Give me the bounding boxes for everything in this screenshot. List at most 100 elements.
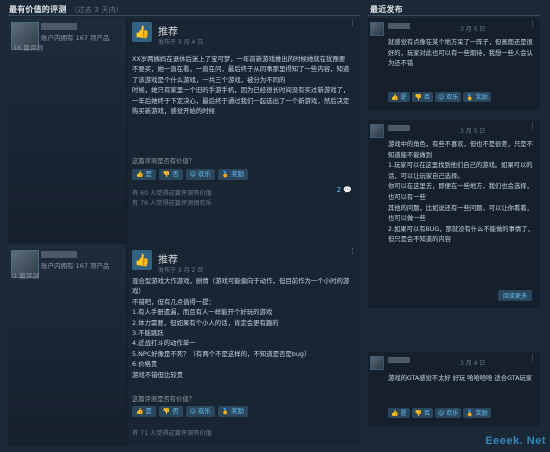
vote-yes-label: 是 [145,407,152,415]
review-line: 不错吧，但有几点值得一提： [132,297,216,306]
most-helpful-header: 最有价值的评测 （过去 3 天内） [9,4,123,15]
award-icon: 🏅 [221,408,230,415]
vote-buttons: 👍 是 👎 否 ☺ 欢乐 🏅 奖励 [388,408,491,418]
vote-no-label: 否 [172,170,179,178]
thumbs-down-icon: 👎 [162,171,171,178]
more-options-icon[interactable]: ⋮ [349,20,356,27]
reviewer-name[interactable] [388,357,410,363]
reviewer-name[interactable] [41,23,77,30]
thumbs-up-icon: 👍 [132,250,152,270]
avatar[interactable] [370,124,384,138]
award-label: 奖励 [231,170,245,178]
vote-yes-button[interactable]: 👍 是 [132,406,156,417]
reviewer-name[interactable] [41,251,77,258]
read-more-button[interactable]: 阅读更多 [497,290,532,301]
award-icon: 🏅 [466,409,474,417]
review-text-2: 时候，她只有家里一个旧的手游手机，因为已经很长时间没有买过新游戏了，一年后她终于… [132,86,350,116]
vote-yes-label: 是 [400,409,407,417]
vote-yes-button[interactable]: 👍 是 [388,92,410,102]
thumbs-up-icon: 👍 [391,409,399,417]
vote-funny-label: 欢乐 [446,409,459,417]
thumbs-up-icon: 👍 [391,93,399,101]
smiley-icon: ☺ [438,409,445,417]
review-line: 4.近战打斗的动作单一 [132,339,196,348]
review-date: 发布于 3 月 2 日 [158,267,204,274]
thumbs-up-icon: 👍 [132,22,152,42]
thumbs-down-icon: 👎 [414,93,422,101]
vote-funny-label: 欢乐 [198,170,211,178]
vote-funny-button[interactable]: ☺ 欢乐 [185,169,215,180]
review-line: 5.NPC好像是不死？（有两个不是这样的，不知道是否是bug） [132,349,311,358]
thumbs-down-icon: 👎 [414,409,422,417]
vote-no-button[interactable]: 👎 否 [158,406,183,417]
vote-no-button[interactable]: 👎 否 [411,408,433,418]
review-body: 游戏的GTA感觉不太好 好玩 哈哈哈哈 适合GTA玩家 [388,374,534,385]
vote-no-label: 否 [423,93,430,101]
review-count[interactable]: 1 篇评测 [13,270,39,280]
reviewer-name[interactable] [388,23,410,29]
review-text: 游戏的GTA感觉不太好 好玩 哈哈哈哈 适合GTA玩家 [388,375,532,382]
vote-funny-button[interactable]: ☺ 欢乐 [435,408,462,418]
more-options-icon[interactable]: ⋮ [349,248,356,255]
most-helpful-subtitle: （过去 3 天内） [70,6,124,14]
thumbs-down-icon: 👎 [162,408,171,415]
left-divider [8,15,360,16]
vote-buttons: 👍 是 👎 否 ☺ 欢乐 🏅 奖励 [132,406,249,417]
vote-no-button[interactable]: 👎 否 [411,92,433,102]
review-card-2: 账户内拥有 167 项产品 1 篇评测 👍 推荐 发布于 3 月 2 日 ⋮ 混… [8,246,360,446]
more-options-icon[interactable]: ⋮ [529,354,536,362]
products-owned[interactable]: 账户内拥有 167 项产品 [41,32,110,42]
review-body: XX岁两姨妈在退休后迷上了宝可梦，一年前新游戏推出的时候她就在犹豫要不要买，她一… [132,54,350,116]
award-button[interactable]: 🏅 奖励 [463,92,491,102]
recent-review-1: 3 月 5 日 ⋮ 就感觉有点像在某个地方呆了一阵子，但画面还是很好的，玩家对此… [368,18,540,110]
review-line: 混合型游戏大作游戏，剧情（游戏可能偏向于动作，但目前作为一个小时的游戏） [132,277,350,296]
review-count[interactable]: 16 篇评测 [13,42,43,52]
helpful-question: 这篇评测是否有价值？ [132,396,195,403]
review-line: 游戏中的角色，有些不喜欢，但也不是很差，只是不知道能不能做到 [388,141,533,159]
vote-funny-button[interactable]: ☺ 欢乐 [185,406,215,417]
award-button[interactable]: 🏅 奖励 [463,408,491,418]
reviewer-panel: 账户内拥有 167 项产品 1 篇评测 [8,246,126,446]
review-verdict[interactable]: 推荐 [158,251,178,266]
review-date: 发布于 3 月 4 日 [158,39,204,46]
more-options-icon[interactable]: ⋮ [529,122,536,130]
right-divider [368,15,540,16]
award-label: 奖励 [475,93,488,101]
thumbs-up-icon: 👍 [136,171,144,178]
review-line: 6.价格贵 [132,360,158,369]
vote-yes-button[interactable]: 👍 是 [132,169,156,180]
award-label: 奖励 [475,409,488,417]
award-icon: 🏅 [221,171,230,178]
review-date: 3 月 5 日 [460,26,486,33]
review-line: 3.不能跳跃 [132,329,164,338]
review-content: 👍 推荐 发布于 3 月 4 日 ⋮ XX岁两姨妈在退休后迷上了宝可梦，一年前新… [128,18,360,244]
award-label: 奖励 [231,407,245,415]
award-icon: 🏅 [466,93,474,101]
avatar[interactable] [370,356,384,370]
award-button[interactable]: 🏅 奖励 [217,406,249,417]
reviewer-name[interactable] [388,125,410,131]
review-text: 就感觉有点像在某个地方呆了一阵子，但画面还是很好的，玩家对此也可以有一些期待，我… [388,39,533,68]
vote-funny-button[interactable]: ☺ 欢乐 [435,92,462,102]
vote-yes-label: 是 [145,170,152,178]
review-line: 游戏不错但比较贵 [132,370,184,379]
smiley-icon: ☺ [189,408,197,415]
review-verdict[interactable]: 推荐 [158,23,178,38]
avatar[interactable] [370,22,384,36]
review-line: 你可以在这里去，即便在一些地方，我们也会选择，也可以有一些 [388,183,533,201]
recent-header: 最近发布 [370,5,403,14]
review-line: 其他的问题，比如说还有一些问题，可以让你看看，也可以做一些 [388,204,533,223]
vote-buttons: 👍 是 👎 否 ☺ 欢乐 🏅 奖励 [132,169,249,180]
award-button[interactable]: 🏅 奖励 [217,169,249,180]
reviewer-panel: 账户内拥有 167 项产品 16 篇评测 [8,18,126,244]
helpful-question: 这篇评测是否有价值？ [132,158,195,165]
vote-yes-label: 是 [400,93,407,101]
smiley-icon: ☺ [189,171,197,178]
most-helpful-title: 最有价值的评测 [9,5,67,14]
vote-yes-button[interactable]: 👍 是 [388,408,410,418]
vote-no-button[interactable]: 👎 否 [158,169,183,180]
comments-link[interactable]: 2 💬 [337,186,352,194]
more-options-icon[interactable]: ⋮ [529,20,536,28]
text-fade [368,270,540,288]
products-owned[interactable]: 账户内拥有 167 项产品 [41,260,110,270]
